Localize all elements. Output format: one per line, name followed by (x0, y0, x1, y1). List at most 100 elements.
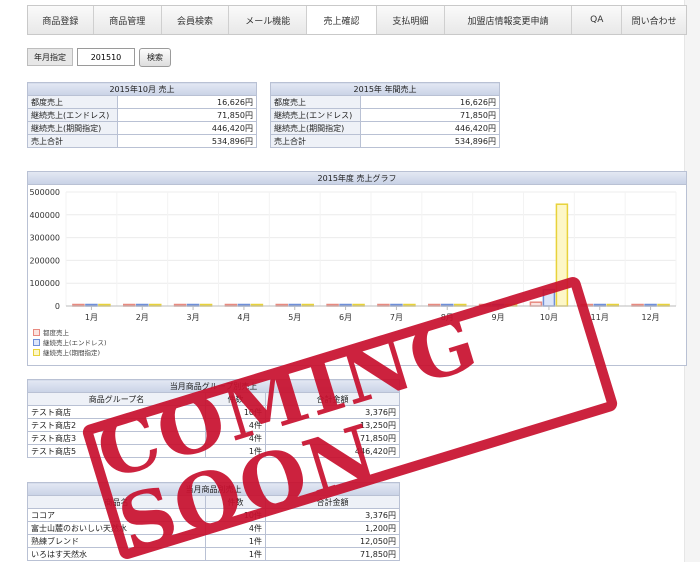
column-header: 件数 (205, 392, 266, 406)
column-header: 合計金額 (265, 392, 400, 406)
page: 商品登録 商品管理 会員検索 メール機能 売上確認 支払明細 加盟店情報変更申請… (0, 0, 700, 570)
cell-total: 71,850円 (265, 547, 400, 561)
cell-name: テスト商店2 (27, 418, 206, 432)
x-tick-label: 12月 (641, 313, 659, 322)
column-header: 商品名 (27, 495, 206, 509)
x-tick-label: 1月 (85, 313, 98, 322)
table-row: テスト商店3 4件 71,850円 (27, 431, 400, 445)
cell-count: 10件 (205, 508, 266, 522)
y-tick-label: 0 (55, 302, 60, 311)
monthly-sales-title: 2015年10月 売上 (27, 82, 257, 96)
row-label: 都度売上 (270, 95, 361, 109)
graph-title: 2015年度 売上グラフ (28, 172, 686, 185)
cell-count: 4件 (205, 431, 266, 445)
legend-swatch (33, 328, 40, 336)
cell-total: 1,200円 (265, 521, 400, 535)
row-value: 534,896円 (117, 134, 257, 148)
x-tick-label: 2月 (136, 313, 149, 322)
column-header: 合計金額 (265, 495, 400, 509)
table-row: テスト商店2 4件 13,250円 (27, 418, 400, 432)
group-sales-table: 当月商品グループ別売上 商品グループ名 件数 合計金額 テスト商店 10件 3,37… (27, 379, 400, 458)
cell-total: 71,850円 (265, 431, 400, 445)
row-value: 16,626円 (117, 95, 257, 109)
x-tick-label: 8月 (441, 313, 454, 322)
legend-label: 都度売上 (43, 329, 69, 337)
x-tick-label: 5月 (288, 313, 301, 322)
table-row: テスト商店5 1件 446,420円 (27, 444, 400, 458)
cell-name: テスト商店 (27, 405, 206, 419)
cell-name: テスト商店3 (27, 431, 206, 445)
x-tick-label: 11月 (591, 313, 609, 322)
x-tick-label: 3月 (187, 313, 200, 322)
cell-count: 10件 (205, 405, 266, 419)
cell-count: 1件 (205, 444, 266, 458)
tab-contact[interactable]: 問い合わせ (622, 6, 686, 34)
tab-store-info-change[interactable]: 加盟店情報変更申請 (444, 6, 573, 34)
chart-bar (529, 301, 543, 307)
row-label: 都度売上 (27, 95, 118, 109)
left-margin (0, 0, 16, 562)
row-label: 売上合計 (27, 134, 118, 148)
tab-member-search[interactable]: 会員検索 (161, 6, 230, 34)
legend-swatch (33, 348, 40, 356)
tab-product-manage[interactable]: 商品管理 (93, 6, 162, 34)
sales-graph-panel: 2015年度 売上グラフ 0 100000 200000 300000 400000 50… (27, 171, 687, 366)
cell-total: 3,376円 (265, 508, 400, 522)
column-header: 件数 (205, 495, 266, 509)
row-label: 継続売上(期間指定) (270, 121, 361, 135)
cell-total: 446,420円 (265, 444, 400, 458)
x-tick-label: 6月 (339, 313, 352, 322)
row-value: 16,626円 (360, 95, 500, 109)
tab-product-register[interactable]: 商品登録 (28, 6, 94, 34)
y-tick-label: 200000 (29, 256, 60, 265)
cell-total: 3,376円 (265, 405, 400, 419)
month-input[interactable] (77, 48, 135, 66)
cell-name: 熟練ブレンド (27, 534, 206, 548)
main-navigation: 商品登録 商品管理 会員検索 メール機能 売上確認 支払明細 加盟店情報変更申請… (27, 5, 687, 35)
table-row: ココア 10件 3,376円 (27, 508, 400, 522)
yearly-sales-table: 2015年 年間売上 都度売上 16,626円 継続売上(エンドレス) 71,850… (270, 82, 500, 148)
x-tick-label: 9月 (492, 313, 505, 322)
table-row: テスト商店 10件 3,376円 (27, 405, 400, 419)
product-sales-table: 当月商品別売上 商品名 件数 合計金額 ココア 10件 3,376円 富士山麓のおい… (27, 482, 400, 561)
search-button[interactable]: 検索 (139, 47, 171, 67)
x-tick-label: 4月 (237, 313, 250, 322)
monthly-sales-table: 2015年10月 売上 都度売上 16,626円 継続売上(エンドレス) 71,85… (27, 82, 257, 148)
row-label: 継続売上(エンドレス) (270, 108, 361, 122)
legend-item: 継続売上(エンドレス) (33, 337, 107, 347)
x-tick-label: 10月 (540, 313, 558, 322)
column-header: 商品グループ名 (27, 392, 206, 406)
legend-label: 継続売上(期間指定) (43, 349, 101, 357)
table-row: 富士山麓のおいしい天然水 4件 1,200円 (27, 521, 400, 535)
cell-name: ココア (27, 508, 206, 522)
cell-name: テスト商店5 (27, 444, 206, 458)
table-row: いろはす天然水 1件 71,850円 (27, 547, 400, 561)
legend-item: 継続売上(期間指定) (33, 347, 107, 357)
sales-bar-chart: 0 100000 200000 300000 400000 500000 1月 2月 3月 4月 5… (29, 188, 677, 322)
legend-item: 都度売上 (33, 327, 107, 337)
row-value: 71,850円 (117, 108, 257, 122)
y-tick-label: 100000 (29, 279, 60, 288)
cell-name: いろはす天然水 (27, 547, 206, 561)
row-label: 継続売上(エンドレス) (27, 108, 118, 122)
product-table-title: 当月商品別売上 (27, 482, 400, 496)
legend-swatch (33, 338, 40, 346)
row-label: 売上合計 (270, 134, 361, 148)
month-search-row: 年月指定 検索 (27, 47, 171, 67)
tab-mail[interactable]: メール機能 (229, 6, 308, 34)
table-row: 熟練ブレンド 1件 12,050円 (27, 534, 400, 548)
tab-sales-check[interactable]: 売上確認 (307, 6, 377, 34)
chart-bar (542, 288, 556, 307)
cell-count: 4件 (205, 418, 266, 432)
tab-qa[interactable]: QA (572, 6, 623, 34)
row-value: 446,420円 (360, 121, 500, 135)
group-table-title: 当月商品グループ別売上 (27, 379, 400, 393)
y-tick-label: 300000 (29, 234, 60, 243)
cell-name: 富士山麓のおいしい天然水 (27, 521, 206, 535)
row-value: 71,850円 (360, 108, 500, 122)
legend-label: 継続売上(エンドレス) (43, 339, 107, 347)
yearly-sales-title: 2015年 年間売上 (270, 82, 500, 96)
tab-payment-details[interactable]: 支払明細 (376, 6, 445, 34)
y-tick-label: 400000 (29, 211, 60, 220)
cell-count: 1件 (205, 534, 266, 548)
